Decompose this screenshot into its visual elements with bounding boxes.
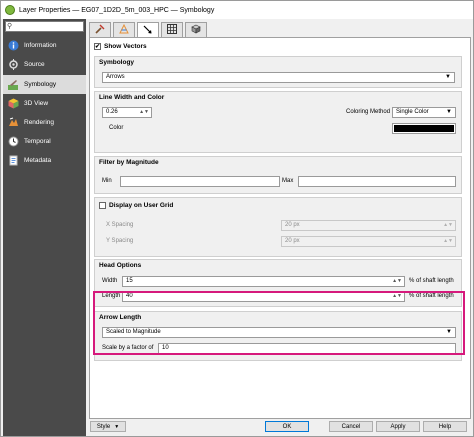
head-width-label: Width: [102, 278, 118, 284]
button-label: Style: [96, 423, 111, 430]
min-input[interactable]: [120, 176, 280, 187]
user-grid-checkbox[interactable]: Display on User Grid: [99, 202, 173, 209]
filter-group: Filter by Magnitude Min Max: [94, 156, 462, 194]
mesh-tabs: [89, 22, 209, 38]
style-button[interactable]: Style ▼: [90, 421, 126, 432]
spin-arrows-icon: ▲▼: [443, 238, 453, 244]
cancel-button[interactable]: Cancel: [329, 421, 373, 432]
combo-value: Single Color: [396, 109, 429, 115]
tab-3d-mesh[interactable]: [185, 22, 207, 37]
group-title: Symbology: [99, 59, 135, 66]
combo-value: Arrows: [106, 74, 125, 80]
sidebar: ⚲ Information Source Symbology 3D View R…: [3, 19, 86, 436]
head-width-spinbox[interactable]: 15 ▲▼: [122, 276, 405, 287]
min-label: Min: [102, 178, 112, 184]
empty-checkbox-icon: [99, 202, 106, 209]
group-title: Filter by Magnitude: [99, 159, 159, 166]
sidebar-item-information[interactable]: Information: [3, 36, 86, 55]
sidebar-search-input[interactable]: ⚲: [5, 21, 84, 32]
button-label: OK: [282, 423, 292, 430]
tab-vectors[interactable]: [137, 22, 159, 38]
spin-arrows-icon: ▲▼: [392, 278, 402, 284]
window-title: Layer Properties — EG07_1D2D_5m_003_HPC …: [19, 6, 215, 14]
sidebar-item-rendering[interactable]: Rendering: [3, 113, 86, 132]
mesh-3d-icon: [191, 24, 201, 36]
field-value: 0.26: [106, 109, 118, 115]
dialog-button-bar: Style ▼ OK Cancel Apply Help: [87, 421, 473, 435]
x-spacing-label: X Spacing: [106, 222, 134, 228]
field-value: 20 px: [285, 222, 300, 228]
group-title: Line Width and Color: [99, 94, 165, 101]
layer-properties-window: Layer Properties — EG07_1D2D_5m_003_HPC …: [0, 0, 474, 437]
sidebar-item-symbology[interactable]: Symbology: [3, 75, 86, 94]
qgis-icon: [5, 5, 15, 15]
sidebar-item-label: 3D View: [24, 100, 49, 107]
metadata-icon: [7, 155, 19, 167]
sidebar-item-label: Metadata: [24, 157, 52, 164]
check-icon: ✔: [94, 43, 101, 50]
tab-contours[interactable]: [113, 22, 135, 37]
chevron-down-icon: ▼: [445, 74, 451, 80]
color-fill: [394, 125, 454, 132]
sidebar-item-metadata[interactable]: Metadata: [3, 151, 86, 170]
field-value: 20 px: [285, 238, 300, 244]
line-width-spinbox[interactable]: 0.26 ▲▼: [102, 107, 152, 118]
help-button[interactable]: Help: [423, 421, 467, 432]
apply-button[interactable]: Apply: [376, 421, 420, 432]
vector-arrow-icon: [143, 25, 153, 37]
paintbrush-icon: [7, 79, 19, 91]
color-button[interactable]: [392, 123, 456, 134]
contour-icon: [119, 23, 129, 36]
spin-arrows-icon: ▲▼: [139, 109, 149, 115]
title-bar: Layer Properties — EG07_1D2D_5m_003_HPC …: [1, 1, 473, 19]
sidebar-item-label: Information: [24, 42, 57, 49]
grid-icon: [167, 24, 177, 36]
button-label: Help: [438, 423, 452, 430]
arrow-length-highlight: [93, 291, 465, 355]
sidebar-item-label: Source: [24, 61, 45, 68]
head-width-unit: % of shaft length: [409, 278, 454, 284]
group-title: Head Options: [99, 262, 142, 269]
clock-icon: [7, 136, 19, 148]
sidebar-item-source[interactable]: Source: [3, 55, 86, 74]
tab-general[interactable]: [89, 22, 111, 37]
hammer-icon: [95, 24, 105, 36]
coloring-method-combo[interactable]: Single Color ▼: [392, 107, 456, 118]
symbology-combo[interactable]: Arrows ▼: [102, 72, 455, 83]
sidebar-item-label: Temporal: [24, 138, 51, 145]
field-value: 15: [126, 278, 133, 284]
user-grid-group: Display on User Grid X Spacing 20 px ▲▼ …: [94, 197, 462, 257]
chevron-down-icon: ▼: [114, 423, 120, 430]
show-vectors-label: Show Vectors: [104, 43, 147, 50]
y-spacing-label: Y Spacing: [106, 238, 134, 244]
chevron-down-icon: ▼: [446, 109, 452, 115]
tab-grid[interactable]: [161, 22, 183, 37]
cube-icon: [7, 98, 19, 110]
symbology-group: Symbology Arrows ▼: [94, 56, 462, 88]
info-icon: [7, 40, 19, 52]
line-width-color-group: Line Width and Color 0.26 ▲▼ Coloring Me…: [94, 91, 462, 153]
magnifier-icon: ⚲: [7, 23, 13, 30]
max-label: Max: [282, 178, 294, 184]
spin-arrows-icon: ▲▼: [443, 222, 453, 228]
y-spacing-spinbox[interactable]: 20 px ▲▼: [281, 236, 456, 247]
button-label: Cancel: [341, 423, 361, 430]
vectors-panel: ✔ Show Vectors Symbology Arrows ▼ Line W…: [89, 37, 471, 419]
max-input[interactable]: [298, 176, 456, 187]
sidebar-item-temporal[interactable]: Temporal: [3, 132, 86, 151]
ok-button[interactable]: OK: [265, 421, 309, 432]
color-label: Color: [109, 125, 124, 131]
button-label: Apply: [390, 423, 406, 430]
sidebar-item-3d-view[interactable]: 3D View: [3, 94, 86, 113]
coloring-method-label: Coloring Method: [346, 109, 391, 115]
source-icon: [7, 59, 19, 71]
show-vectors-checkbox[interactable]: ✔ Show Vectors: [94, 43, 147, 50]
rendering-icon: [7, 117, 19, 129]
x-spacing-spinbox[interactable]: 20 px ▲▼: [281, 220, 456, 231]
sidebar-item-label: Rendering: [24, 119, 54, 126]
user-grid-label: Display on User Grid: [109, 202, 174, 209]
symbology-page: ✔ Show Vectors Symbology Arrows ▼ Line W…: [87, 19, 473, 436]
sidebar-item-label: Symbology: [24, 81, 57, 88]
